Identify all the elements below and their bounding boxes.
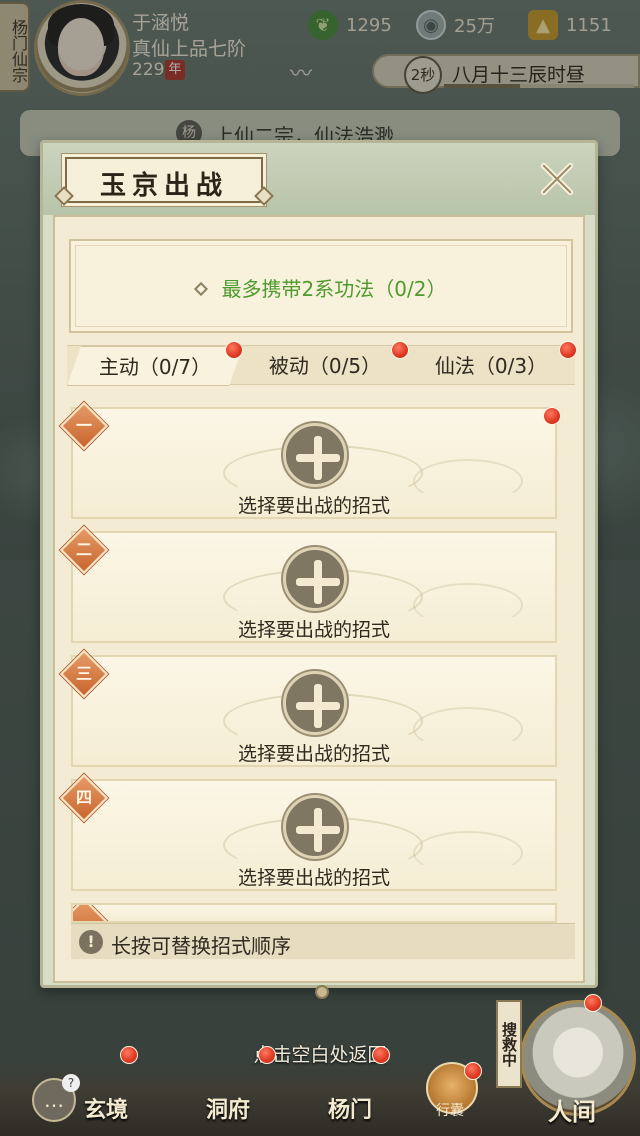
notification-dot	[225, 341, 243, 359]
skill-slot[interactable]: 一 选择要出战的招式	[59, 401, 557, 519]
slot-number: 四	[75, 788, 92, 807]
close-icon	[540, 162, 574, 196]
slot-label: 选择要出战的招式	[237, 619, 390, 641]
tip-bar: ! 长按可替换招式顺序	[71, 923, 575, 959]
skill-slot[interactable]	[71, 903, 557, 923]
notification-dot	[543, 407, 561, 425]
slot-number-badge	[73, 905, 109, 921]
notification-dot	[584, 994, 602, 1012]
slot-label: 选择要出战的招式	[237, 867, 390, 889]
diamond-icon	[193, 281, 208, 297]
add-icon[interactable]	[283, 795, 347, 859]
title-plate: 玉京出战	[54, 157, 274, 206]
add-icon[interactable]	[283, 423, 347, 487]
close-button[interactable]	[533, 155, 581, 203]
tip-text: 长按可替换招式顺序	[111, 934, 291, 958]
dialog-header: 玉京出战	[43, 143, 595, 215]
battle-dialog: 玉京出战 最多携带2系功法（0/2） 主动（0/7） 被动（0/5） 仙法（0/…	[40, 140, 598, 999]
ornament-icon	[315, 985, 329, 999]
tab-immortal-arts[interactable]: 仙法（0/3）	[407, 346, 575, 386]
skill-tabs: 主动（0/7） 被动（0/5） 仙法（0/3）	[67, 345, 575, 386]
tab-passive-skills[interactable]: 被动（0/5）	[243, 346, 407, 386]
slot-label: 选择要出战的招式	[237, 743, 390, 765]
notification-dot	[372, 1046, 390, 1064]
skill-slot[interactable]: 四 选择要出战的招式	[59, 773, 557, 891]
slot-number: 一	[75, 416, 92, 435]
search-status[interactable]: 搜救中	[496, 1000, 522, 1088]
info-box: 最多携带2系功法（0/2）	[69, 239, 573, 333]
slot-number: 二	[75, 540, 92, 559]
skill-slot[interactable]: 三 选择要出战的招式	[59, 649, 557, 767]
nav-dongfu[interactable]: 洞府	[206, 1092, 250, 1124]
notification-dot	[120, 1046, 138, 1064]
add-icon[interactable]	[283, 547, 347, 611]
slot-label: 选择要出战的招式	[237, 495, 390, 517]
slot-number: 三	[75, 664, 92, 683]
nav-bag[interactable]: 行囊	[436, 1100, 464, 1120]
nav-xuanjing[interactable]: 玄境	[84, 1092, 128, 1124]
chat-badge: ?	[62, 1074, 80, 1092]
add-icon[interactable]	[283, 671, 347, 735]
info-icon: !	[79, 930, 103, 954]
notification-dot	[464, 1062, 482, 1080]
nav-renjian[interactable]: 人间	[548, 1092, 596, 1127]
info-line: 最多携带2系功法（0/2）	[71, 273, 571, 302]
notification-dot	[559, 341, 577, 359]
notification-dot	[391, 341, 409, 359]
info-text: 最多携带2系功法（0/2）	[221, 277, 447, 301]
tab-active-skills[interactable]: 主动（0/7）	[67, 346, 243, 386]
notification-dot	[258, 1046, 276, 1064]
dialog-title: 玉京出战	[99, 171, 228, 201]
dialog-body: 最多携带2系功法（0/2） 主动（0/7） 被动（0/5） 仙法（0/3） 一 …	[53, 215, 585, 983]
nav-yangmen[interactable]: 杨门	[328, 1092, 372, 1124]
skill-slot[interactable]: 二 选择要出战的招式	[59, 525, 557, 643]
